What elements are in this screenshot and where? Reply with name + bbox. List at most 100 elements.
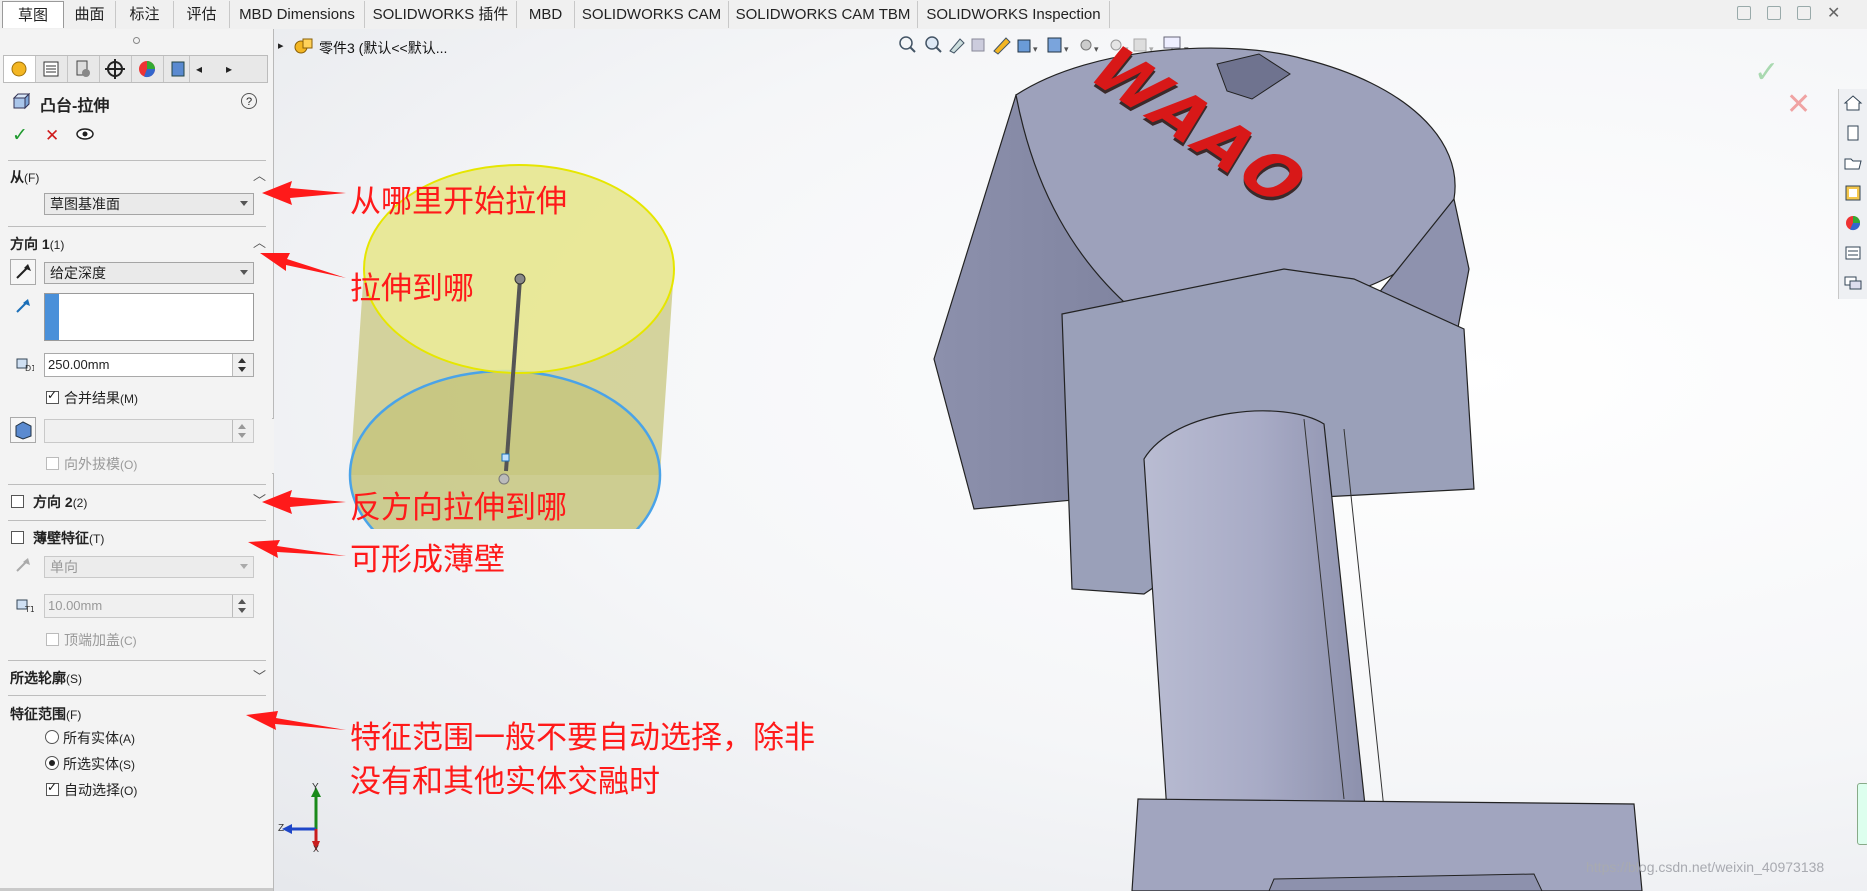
tabs-scroll-right-icon[interactable]: ▸ — [226, 62, 232, 76]
selected-bodies-shortcut: (S) — [119, 758, 135, 772]
all-bodies-label: 所有实体(A) — [63, 728, 135, 748]
svg-text:T1: T1 — [24, 605, 34, 613]
merge-result-checkbox[interactable] — [46, 388, 59, 404]
svg-text:D1: D1 — [25, 364, 34, 372]
section-divider — [8, 695, 266, 696]
contours-shortcut: (S) — [66, 672, 82, 686]
ok-button[interactable]: ✓ — [12, 124, 28, 147]
tab-solidworks-cam-tbm[interactable]: SOLIDWORKS CAM TBM — [729, 1, 918, 28]
expand-direction2-icon[interactable]: ﹀ — [253, 494, 266, 507]
drag-handle-square-icon[interactable] — [501, 453, 510, 462]
cap-shortcut: (C) — [120, 634, 137, 648]
tab-mbd-dimensions[interactable]: MBD Dimensions — [230, 1, 365, 28]
cap-label-text: 顶端加盖 — [64, 632, 120, 648]
draft-icon — [15, 421, 32, 440]
draft-spinner[interactable] — [232, 420, 253, 442]
spin-down-icon[interactable] — [238, 367, 246, 372]
auto-select-checkbox[interactable] — [46, 780, 59, 796]
all-bodies-text: 所有实体 — [63, 730, 119, 746]
property-manager: ◂ ▸ 凸台-拉伸 ? ✓ ✕ 从(F) ︿ 草图基准面 方向 1(1) ︿ 给… — [0, 29, 274, 891]
depth-spinner[interactable] — [232, 354, 253, 376]
collapse-direction1-icon[interactable]: ︿ — [253, 236, 266, 249]
selected-bodies-radio[interactable] — [45, 756, 59, 770]
draft-angle-input[interactable] — [44, 419, 254, 443]
collapse-from-icon[interactable]: ︿ — [253, 169, 266, 182]
thickness-icon: T1 — [16, 599, 34, 613]
window-restore-icon[interactable] — [1797, 6, 1811, 20]
section-divider — [8, 226, 266, 227]
direction1-section-title[interactable]: 方向 1(1) — [10, 234, 64, 254]
tab-solidworks-addins[interactable]: SOLIDWORKS 插件 — [365, 1, 517, 28]
section-divider — [8, 520, 266, 521]
direction2-checkbox[interactable] — [11, 495, 24, 508]
contours-section-title[interactable]: 所选轮廓(S) — [10, 668, 82, 688]
restore-left-icon[interactable] — [1737, 6, 1751, 20]
tab-sketch[interactable]: 草图 — [2, 1, 64, 28]
scope-section-title[interactable]: 特征范围(F) — [10, 704, 81, 724]
thin-shortcut: (T) — [89, 532, 105, 546]
direction2-label: 方向 2 — [33, 494, 73, 510]
property-manager-tab-icon[interactable] — [36, 56, 68, 82]
cap-ends-checkbox[interactable] — [46, 633, 59, 646]
direction2-shortcut: (2) — [72, 496, 88, 510]
cancel-button[interactable]: ✕ — [45, 126, 59, 146]
auto-select-text: 自动选择 — [64, 782, 120, 798]
all-bodies-shortcut: (A) — [119, 732, 135, 746]
viewport-scroll-handle[interactable] — [1857, 783, 1867, 845]
draft-toggle-button[interactable] — [10, 417, 36, 443]
selection-active-bar — [45, 294, 59, 340]
direction2-section-title[interactable]: 方向 2(2) — [33, 492, 87, 512]
tab-solidworks-cam[interactable]: SOLIDWORKS CAM — [575, 1, 729, 28]
section-divider — [8, 160, 266, 161]
expand-contours-icon[interactable]: ﹀ — [253, 670, 266, 683]
thin-feature-checkbox[interactable] — [11, 531, 24, 544]
contours-label: 所选轮廓 — [10, 670, 66, 686]
tab-solidworks-inspection[interactable]: SOLIDWORKS Inspection — [918, 1, 1110, 28]
annotation-scope-line1: 特征范围一般不要自动选择，除非 — [350, 720, 815, 756]
drag-handle-top-icon[interactable] — [514, 273, 526, 285]
cam-tab-icon[interactable] — [164, 56, 190, 82]
thin-type-select[interactable]: 单向 — [44, 556, 254, 578]
configuration-manager-tab-icon[interactable] — [68, 56, 100, 82]
direction1-shortcut: (1) — [49, 238, 65, 252]
dropdown-arrow-icon — [240, 564, 248, 569]
depth-value: 250.00mm — [48, 357, 110, 372]
spin-down-icon[interactable] — [238, 608, 246, 613]
thickness-input[interactable]: 10.00mm — [44, 594, 254, 618]
window-close-icon[interactable]: ✕ — [1827, 3, 1840, 23]
reverse-direction-button[interactable] — [10, 259, 36, 285]
spin-down-icon[interactable] — [238, 433, 246, 438]
dimxpert-tab-icon[interactable] — [100, 56, 132, 82]
direction-selection-box[interactable] — [44, 293, 254, 341]
draft-outward-checkbox[interactable] — [46, 457, 59, 470]
restore-right-icon[interactable] — [1767, 6, 1781, 20]
triad-y-label: Y — [312, 782, 319, 793]
tab-surfaces[interactable]: 曲面 — [64, 1, 116, 28]
annotation-from: 从哪里开始拉伸 — [350, 184, 567, 220]
scope-shortcut: (F) — [66, 708, 82, 722]
display-manager-tab-icon[interactable] — [132, 56, 164, 82]
thin-direction-icon — [16, 558, 30, 572]
preview-eye-icon[interactable] — [76, 128, 94, 140]
from-start-condition-select[interactable]: 草图基准面 — [44, 193, 254, 215]
feature-manager-tab-icon[interactable] — [4, 56, 36, 82]
spin-up-icon[interactable] — [238, 599, 246, 604]
thin-feature-section-title[interactable]: 薄壁特征(T) — [33, 528, 104, 548]
thickness-spinner[interactable] — [232, 595, 253, 617]
merge-label-text: 合并结果 — [64, 390, 120, 406]
spin-up-icon[interactable] — [238, 424, 246, 429]
depth-input[interactable]: 250.00mm — [44, 353, 254, 377]
tabs-scroll-left-icon[interactable]: ◂ — [196, 62, 202, 76]
end-condition-select[interactable]: 给定深度 — [44, 262, 254, 284]
annotation-reverse: 反方向拉伸到哪 — [350, 490, 567, 526]
spin-up-icon[interactable] — [238, 358, 246, 363]
tab-mbd[interactable]: MBD — [517, 1, 575, 28]
panel-grip-icon[interactable] — [133, 37, 140, 44]
draft-label-text: 向外拔模 — [64, 456, 120, 472]
all-bodies-radio[interactable] — [45, 730, 59, 744]
from-section-title[interactable]: 从(F) — [10, 167, 39, 187]
tab-evaluate[interactable]: 评估 — [174, 1, 230, 28]
scope-label: 特征范围 — [10, 706, 66, 722]
help-icon[interactable]: ? — [241, 93, 257, 109]
tab-markup[interactable]: 标注 — [116, 1, 174, 28]
